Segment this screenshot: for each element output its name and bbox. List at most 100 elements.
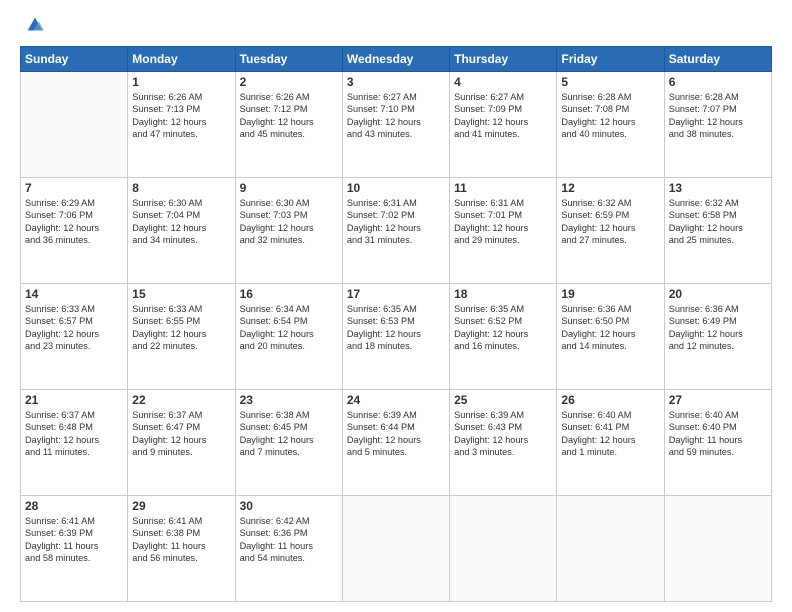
day-info: Sunrise: 6:32 AM Sunset: 6:58 PM Dayligh… bbox=[669, 197, 767, 247]
day-info: Sunrise: 6:30 AM Sunset: 7:04 PM Dayligh… bbox=[132, 197, 230, 247]
calendar-cell: 4 Sunrise: 6:27 AM Sunset: 7:09 PM Daylig… bbox=[450, 72, 557, 178]
day-info: Sunrise: 6:40 AM Sunset: 6:41 PM Dayligh… bbox=[561, 409, 659, 459]
week-row-3: 21 Sunrise: 6:37 AM Sunset: 6:48 PM Dayli… bbox=[21, 390, 772, 496]
day-number: 19 bbox=[561, 287, 659, 301]
day-info: Sunrise: 6:33 AM Sunset: 6:57 PM Dayligh… bbox=[25, 303, 123, 353]
day-info: Sunrise: 6:41 AM Sunset: 6:39 PM Dayligh… bbox=[25, 515, 123, 565]
day-info: Sunrise: 6:35 AM Sunset: 6:52 PM Dayligh… bbox=[454, 303, 552, 353]
weekday-header-thursday: Thursday bbox=[450, 47, 557, 72]
day-info: Sunrise: 6:36 AM Sunset: 6:49 PM Dayligh… bbox=[669, 303, 767, 353]
day-number: 15 bbox=[132, 287, 230, 301]
calendar-cell: 14 Sunrise: 6:33 AM Sunset: 6:57 PM Dayli… bbox=[21, 284, 128, 390]
day-info: Sunrise: 6:28 AM Sunset: 7:08 PM Dayligh… bbox=[561, 91, 659, 141]
calendar-cell: 13 Sunrise: 6:32 AM Sunset: 6:58 PM Dayli… bbox=[664, 178, 771, 284]
day-info: Sunrise: 6:27 AM Sunset: 7:10 PM Dayligh… bbox=[347, 91, 445, 141]
calendar-cell bbox=[664, 496, 771, 602]
day-number: 16 bbox=[240, 287, 338, 301]
week-row-0: 1 Sunrise: 6:26 AM Sunset: 7:13 PM Daylig… bbox=[21, 72, 772, 178]
calendar-cell: 25 Sunrise: 6:39 AM Sunset: 6:43 PM Dayli… bbox=[450, 390, 557, 496]
day-number: 11 bbox=[454, 181, 552, 195]
day-number: 2 bbox=[240, 75, 338, 89]
calendar-table: SundayMondayTuesdayWednesdayThursdayFrid… bbox=[20, 46, 772, 602]
calendar-cell: 22 Sunrise: 6:37 AM Sunset: 6:47 PM Dayli… bbox=[128, 390, 235, 496]
day-info: Sunrise: 6:26 AM Sunset: 7:12 PM Dayligh… bbox=[240, 91, 338, 141]
calendar-cell: 12 Sunrise: 6:32 AM Sunset: 6:59 PM Dayli… bbox=[557, 178, 664, 284]
calendar-cell: 2 Sunrise: 6:26 AM Sunset: 7:12 PM Daylig… bbox=[235, 72, 342, 178]
day-info: Sunrise: 6:29 AM Sunset: 7:06 PM Dayligh… bbox=[25, 197, 123, 247]
day-number: 18 bbox=[454, 287, 552, 301]
calendar-cell: 11 Sunrise: 6:31 AM Sunset: 7:01 PM Dayli… bbox=[450, 178, 557, 284]
day-info: Sunrise: 6:27 AM Sunset: 7:09 PM Dayligh… bbox=[454, 91, 552, 141]
calendar-cell: 5 Sunrise: 6:28 AM Sunset: 7:08 PM Daylig… bbox=[557, 72, 664, 178]
day-info: Sunrise: 6:30 AM Sunset: 7:03 PM Dayligh… bbox=[240, 197, 338, 247]
day-number: 23 bbox=[240, 393, 338, 407]
calendar-cell: 8 Sunrise: 6:30 AM Sunset: 7:04 PM Daylig… bbox=[128, 178, 235, 284]
day-number: 5 bbox=[561, 75, 659, 89]
day-number: 1 bbox=[132, 75, 230, 89]
day-info: Sunrise: 6:32 AM Sunset: 6:59 PM Dayligh… bbox=[561, 197, 659, 247]
calendar-cell: 16 Sunrise: 6:34 AM Sunset: 6:54 PM Dayli… bbox=[235, 284, 342, 390]
calendar-cell: 6 Sunrise: 6:28 AM Sunset: 7:07 PM Daylig… bbox=[664, 72, 771, 178]
calendar-cell: 29Sunrise: 6:41 AM Sunset: 6:38 PM Dayli… bbox=[128, 496, 235, 602]
day-info: Sunrise: 6:31 AM Sunset: 7:01 PM Dayligh… bbox=[454, 197, 552, 247]
day-number: 9 bbox=[240, 181, 338, 195]
day-number: 24 bbox=[347, 393, 445, 407]
calendar-cell: 30 Sunrise: 6:42 AM Sunset: 6:36 PM Dayli… bbox=[235, 496, 342, 602]
calendar-cell: 7Sunrise: 6:29 AM Sunset: 7:06 PM Daylig… bbox=[21, 178, 128, 284]
weekday-header-saturday: Saturday bbox=[664, 47, 771, 72]
weekday-header-monday: Monday bbox=[128, 47, 235, 72]
day-number: 28 bbox=[25, 499, 123, 513]
day-number: 8 bbox=[132, 181, 230, 195]
day-info: Sunrise: 6:40 AM Sunset: 6:40 PM Dayligh… bbox=[669, 409, 767, 459]
day-number: 13 bbox=[669, 181, 767, 195]
day-info: Sunrise: 6:37 AM Sunset: 6:47 PM Dayligh… bbox=[132, 409, 230, 459]
calendar-cell: 24Sunrise: 6:39 AM Sunset: 6:44 PM Dayli… bbox=[342, 390, 449, 496]
calendar-cell: 10 Sunrise: 6:31 AM Sunset: 7:02 PM Dayli… bbox=[342, 178, 449, 284]
day-number: 30 bbox=[240, 499, 338, 513]
day-number: 27 bbox=[669, 393, 767, 407]
calendar-cell: 15 Sunrise: 6:33 AM Sunset: 6:55 PM Dayli… bbox=[128, 284, 235, 390]
calendar-cell bbox=[342, 496, 449, 602]
day-number: 21 bbox=[25, 393, 123, 407]
weekday-header-row: SundayMondayTuesdayWednesdayThursdayFrid… bbox=[21, 47, 772, 72]
calendar-cell bbox=[557, 496, 664, 602]
day-number: 29 bbox=[132, 499, 230, 513]
day-info: Sunrise: 6:33 AM Sunset: 6:55 PM Dayligh… bbox=[132, 303, 230, 353]
week-row-4: 28 Sunrise: 6:41 AM Sunset: 6:39 PM Dayli… bbox=[21, 496, 772, 602]
calendar-cell: 23 Sunrise: 6:38 AM Sunset: 6:45 PM Dayli… bbox=[235, 390, 342, 496]
calendar-cell: 20 Sunrise: 6:36 AM Sunset: 6:49 PM Dayli… bbox=[664, 284, 771, 390]
header bbox=[20, 18, 772, 36]
calendar-cell bbox=[21, 72, 128, 178]
calendar-cell: 17 Sunrise: 6:35 AM Sunset: 6:53 PM Dayli… bbox=[342, 284, 449, 390]
day-info: Sunrise: 6:35 AM Sunset: 6:53 PM Dayligh… bbox=[347, 303, 445, 353]
day-number: 22 bbox=[132, 393, 230, 407]
week-row-2: 14 Sunrise: 6:33 AM Sunset: 6:57 PM Dayli… bbox=[21, 284, 772, 390]
day-number: 14 bbox=[25, 287, 123, 301]
day-number: 25 bbox=[454, 393, 552, 407]
day-info: Sunrise: 6:34 AM Sunset: 6:54 PM Dayligh… bbox=[240, 303, 338, 353]
weekday-header-sunday: Sunday bbox=[21, 47, 128, 72]
day-number: 12 bbox=[561, 181, 659, 195]
day-info: Sunrise: 6:39 AM Sunset: 6:43 PM Dayligh… bbox=[454, 409, 552, 459]
day-info: Sunrise: 6:38 AM Sunset: 6:45 PM Dayligh… bbox=[240, 409, 338, 459]
logo-icon bbox=[24, 14, 46, 36]
calendar-cell: 26 Sunrise: 6:40 AM Sunset: 6:41 PM Dayli… bbox=[557, 390, 664, 496]
day-info: Sunrise: 6:42 AM Sunset: 6:36 PM Dayligh… bbox=[240, 515, 338, 565]
day-number: 20 bbox=[669, 287, 767, 301]
day-info: Sunrise: 6:37 AM Sunset: 6:48 PM Dayligh… bbox=[25, 409, 123, 459]
week-row-1: 7Sunrise: 6:29 AM Sunset: 7:06 PM Daylig… bbox=[21, 178, 772, 284]
weekday-header-tuesday: Tuesday bbox=[235, 47, 342, 72]
calendar-cell: 21 Sunrise: 6:37 AM Sunset: 6:48 PM Dayli… bbox=[21, 390, 128, 496]
calendar-cell: 28 Sunrise: 6:41 AM Sunset: 6:39 PM Dayli… bbox=[21, 496, 128, 602]
day-number: 10 bbox=[347, 181, 445, 195]
day-number: 26 bbox=[561, 393, 659, 407]
calendar-cell: 27 Sunrise: 6:40 AM Sunset: 6:40 PM Dayli… bbox=[664, 390, 771, 496]
day-info: Sunrise: 6:31 AM Sunset: 7:02 PM Dayligh… bbox=[347, 197, 445, 247]
day-number: 4 bbox=[454, 75, 552, 89]
day-info: Sunrise: 6:28 AM Sunset: 7:07 PM Dayligh… bbox=[669, 91, 767, 141]
day-info: Sunrise: 6:26 AM Sunset: 7:13 PM Dayligh… bbox=[132, 91, 230, 141]
day-number: 17 bbox=[347, 287, 445, 301]
calendar-cell: 1 Sunrise: 6:26 AM Sunset: 7:13 PM Daylig… bbox=[128, 72, 235, 178]
calendar-cell: 18 Sunrise: 6:35 AM Sunset: 6:52 PM Dayli… bbox=[450, 284, 557, 390]
day-number: 6 bbox=[669, 75, 767, 89]
